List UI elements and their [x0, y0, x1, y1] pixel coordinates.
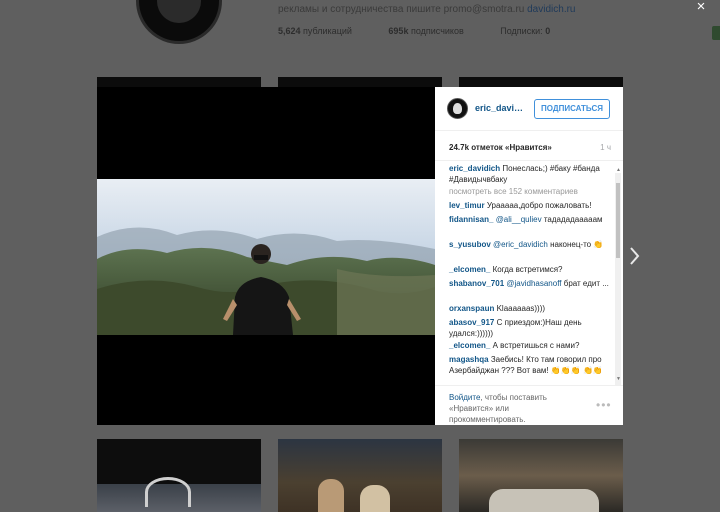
comments-list: eric_davidich Понеслась;) #баку #банда #…: [435, 163, 623, 385]
next-arrow-icon[interactable]: [627, 244, 643, 268]
comment-user[interactable]: orxanspaun: [449, 304, 494, 313]
likes-count[interactable]: 24.7k отметок «Нравится»: [449, 143, 552, 152]
post-time[interactable]: 1 ч: [600, 143, 611, 152]
following-stat[interactable]: Подписки: 0: [500, 26, 550, 36]
login-prompt: Войдите, чтобы поставить «Нравится» или …: [449, 393, 547, 424]
close-icon[interactable]: ×: [694, 0, 708, 14]
post-footer: Войдите, чтобы поставить «Нравится» или …: [435, 385, 623, 425]
comment-text: наконец-то 👏: [550, 240, 604, 249]
list-item: lev_timur Урааааа,добро пожаловать!: [449, 200, 611, 211]
comment-text: Klaaaaaas)))): [496, 304, 546, 313]
comment-text: Когда встретимся?: [492, 265, 563, 274]
view-all-comments[interactable]: посмотреть все 152 комментариев: [449, 186, 611, 197]
post-side-panel: eric_davidi... ПОДПИСАТЬСЯ 24.7k отметок…: [435, 87, 623, 425]
comment-user[interactable]: magashqa: [449, 355, 489, 364]
comment-text: тадададааааам: [543, 215, 603, 224]
comment-mention[interactable]: @eric_davidich: [493, 240, 548, 249]
scroll-down-icon[interactable]: ▼: [616, 376, 621, 382]
comment-user[interactable]: eric_davidich: [449, 164, 500, 173]
author-avatar[interactable]: [447, 98, 468, 119]
likes-row: 24.7k отметок «Нравится» 1 ч: [435, 131, 623, 161]
comments-scrollbar[interactable]: [615, 173, 621, 385]
comment-user[interactable]: _elcomen_: [449, 341, 490, 350]
comment-mention[interactable]: @ali__quliev: [496, 215, 542, 224]
post-header: eric_davidi... ПОДПИСАТЬСЯ: [435, 87, 623, 131]
list-item: magashqa Заебись! Кто там говорил про Аз…: [449, 354, 611, 376]
list-item: abasov_917 С приездом:)Наш день удался:)…: [449, 317, 611, 339]
side-extension-tab[interactable]: [712, 26, 720, 40]
list-item: fidannisan_ @ali__quliev тадададааааам: [449, 214, 611, 225]
profile-avatar[interactable]: [136, 0, 222, 44]
comment-user[interactable]: fidannisan_: [449, 215, 493, 224]
comment-text: брат едит ...: [563, 279, 609, 288]
comment-user[interactable]: abasov_917: [449, 318, 494, 327]
profile-bio: рекламы и сотрудничества пишите promo@sm…: [278, 4, 576, 15]
comment-user[interactable]: shabanov_701: [449, 279, 504, 288]
comment-user[interactable]: s_yusubov: [449, 240, 491, 249]
post-modal: eric_davidi... ПОДПИСАТЬСЯ 24.7k отметок…: [97, 87, 623, 425]
list-item: _elcomen_ Когда встретимся?: [449, 264, 611, 275]
bio-link[interactable]: davidich.ru: [527, 4, 575, 15]
profile-stats: 5,624 публикаций 695k подписчиков Подпис…: [278, 26, 584, 36]
more-options-icon[interactable]: •••: [596, 398, 612, 412]
comment-user[interactable]: lev_timur: [449, 201, 485, 210]
grid-thumbnail[interactable]: [278, 439, 442, 512]
grid-thumbnail[interactable]: [97, 439, 261, 512]
login-link[interactable]: Войдите: [449, 393, 480, 402]
comment-user[interactable]: _elcomen_: [449, 265, 490, 274]
list-item: shabanov_701 @javidhasanoff брат едит ..…: [449, 278, 611, 289]
comment-text: Урааааа,добро пожаловать!: [486, 201, 592, 210]
list-item: _elcomen_ А встретишься с нами?: [449, 340, 611, 351]
list-item: orxanspaun Klaaaaaas)))): [449, 303, 611, 314]
comment-text: А встретишься с нами?: [492, 341, 580, 350]
author-username[interactable]: eric_davidi...: [475, 103, 527, 113]
grid-thumbnail[interactable]: [459, 439, 623, 512]
post-photo[interactable]: [97, 179, 435, 335]
followers-stat[interactable]: 695k подписчиков: [388, 26, 463, 36]
caption: eric_davidich Понеслась;) #баку #банда #…: [449, 163, 611, 185]
posts-stat: 5,624 публикаций: [278, 26, 352, 36]
list-item: s_yusubov @eric_davidich наконец-то 👏: [449, 239, 611, 250]
comment-mention[interactable]: @javidhasanoff: [506, 279, 561, 288]
follow-button[interactable]: ПОДПИСАТЬСЯ: [534, 99, 610, 119]
